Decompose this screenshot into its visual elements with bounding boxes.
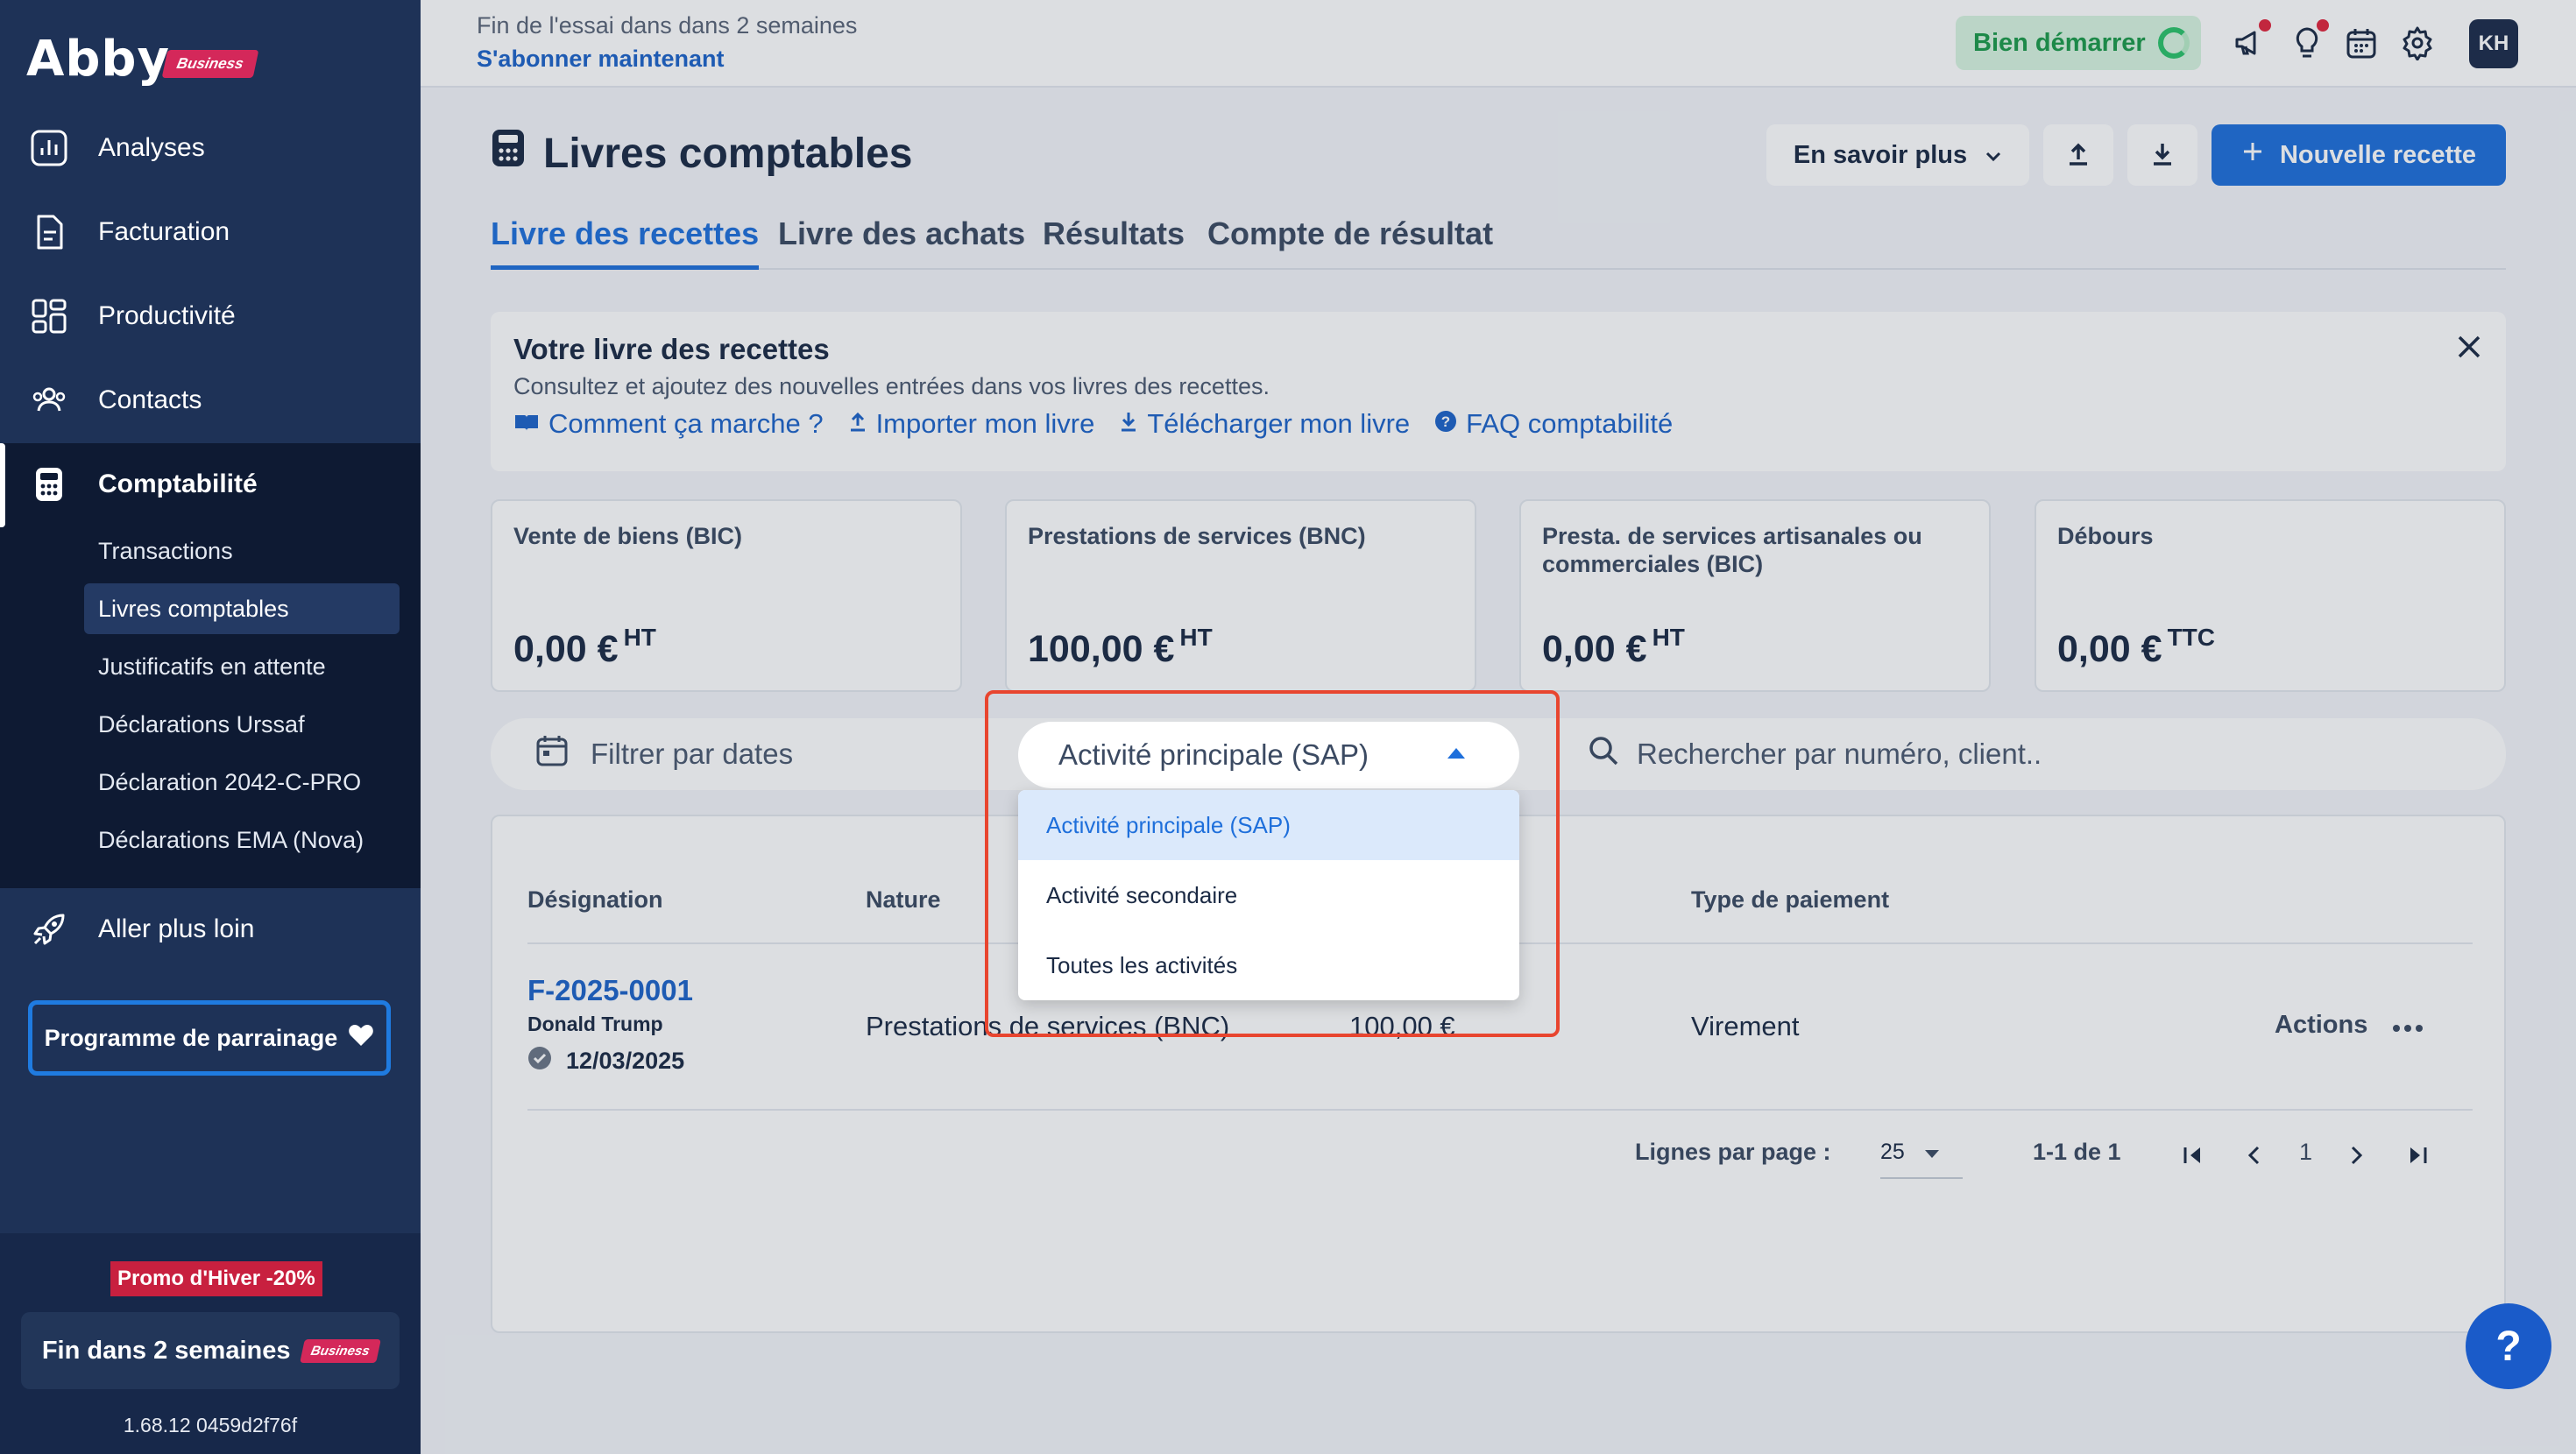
sidebar-footer: Promo d'Hiver -20% Fin dans 2 semaines B…: [0, 1233, 421, 1454]
sidebar-item-label: Aller plus loin: [98, 914, 255, 943]
rocket-icon: [28, 908, 70, 950]
promo-badge[interactable]: Promo d'Hiver -20%: [110, 1261, 322, 1296]
activity-option-secondaire[interactable]: Activité secondaire: [1018, 860, 1519, 930]
users-icon: [28, 379, 70, 421]
sidebar-subitem-ema[interactable]: Déclarations EMA (Nova): [84, 815, 400, 865]
logo-text: Abby: [26, 31, 171, 88]
sidebar-item-facturation[interactable]: Facturation: [0, 194, 421, 270]
trial-end-box[interactable]: Fin dans 2 semaines Business: [21, 1312, 400, 1389]
business-badge: Business: [161, 50, 259, 78]
business-badge: Business: [300, 1338, 382, 1363]
help-button[interactable]: ?: [2466, 1303, 2551, 1389]
sidebar-item-aller-plus-loin[interactable]: Aller plus loin: [0, 892, 421, 967]
activity-option-principale[interactable]: Activité principale (SAP): [1018, 790, 1519, 860]
sidebar-subitem-2042[interactable]: Déclaration 2042-C-PRO: [84, 757, 400, 808]
sidebar-item-label: Productivité: [98, 301, 236, 330]
activity-select-value: Activité principale (SAP): [1058, 738, 1369, 771]
calculator-icon: [28, 463, 70, 505]
activity-select[interactable]: Activité principale (SAP): [1018, 722, 1519, 788]
sidebar-item-comptabilite[interactable]: Comptabilité: [0, 447, 421, 522]
sidebar-subitem-justificatifs[interactable]: Justificatifs en attente: [84, 641, 400, 692]
heart-icon: [348, 1023, 374, 1054]
app-version: 1.68.12 0459d2f76f: [123, 1414, 298, 1436]
sidebar-subitem-livres-comptables[interactable]: Livres comptables: [84, 583, 400, 634]
sidebar-subitem-urssaf[interactable]: Déclarations Urssaf: [84, 699, 400, 750]
sidebar-item-productivite[interactable]: Productivité: [0, 279, 421, 354]
sidebar-item-label: Comptabilité: [98, 469, 258, 498]
sidebar-item-label: Facturation: [98, 217, 230, 246]
sidebar-item-contacts[interactable]: Contacts: [0, 363, 421, 438]
activity-option-toutes[interactable]: Toutes les activités: [1018, 930, 1519, 1000]
caret-up-icon: [1447, 748, 1465, 759]
sidebar-item-label: Analyses: [98, 133, 205, 162]
app-logo[interactable]: Abby Business: [26, 31, 259, 88]
grid-icon: [28, 295, 70, 337]
sidebar-item-analyses[interactable]: Analyses: [0, 110, 421, 186]
referral-label: Programme de parrainage: [44, 1024, 338, 1051]
document-icon: [28, 211, 70, 253]
sidebar-item-label: Contacts: [98, 385, 202, 414]
sidebar-subitem-transactions[interactable]: Transactions: [84, 526, 400, 576]
sidebar: Abby Business Analyses Facturation Produ…: [0, 0, 421, 1454]
chart-icon: [28, 127, 70, 169]
referral-button[interactable]: Programme de parrainage: [28, 1000, 391, 1076]
activity-dropdown-menu: Activité principale (SAP) Activité secon…: [1018, 790, 1519, 1000]
trial-end-label: Fin dans 2 semaines: [41, 1336, 291, 1365]
